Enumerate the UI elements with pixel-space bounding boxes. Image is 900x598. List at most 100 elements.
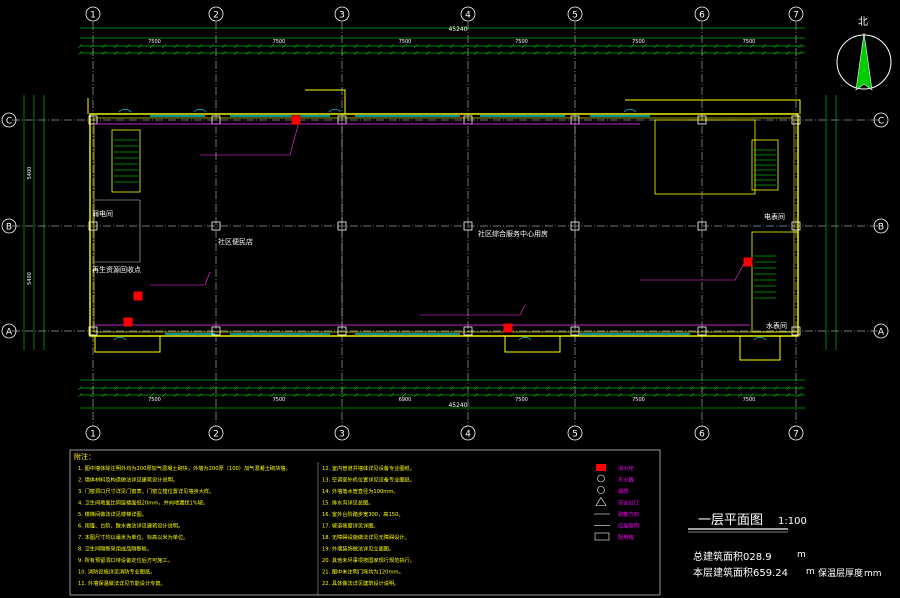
- legend: 消火栓灭火器烟感安全出口疏散方向应急照明配电箱: [594, 464, 639, 541]
- left-dim-text: 5400: [27, 272, 33, 285]
- bottom-dim-text: 7500: [515, 397, 528, 403]
- axis-number: 6: [699, 430, 705, 440]
- axis-letter: A: [6, 328, 13, 338]
- area-total: 总建筑面积028.9: [693, 550, 772, 563]
- total-dim-top: 45240: [448, 26, 467, 33]
- note-line: 12. 室内管道井墙体详见设备专业图纸。: [322, 464, 415, 472]
- door-swing: [623, 108, 637, 113]
- note-line: 8. 卫生间隔断采用成品隔断板。: [78, 545, 152, 553]
- axis-letter: B: [6, 223, 12, 233]
- room-label-service-center: 社区综合服务中心用房: [478, 229, 548, 238]
- note-line: 14. 外墙落水管直径为100mm。: [322, 487, 399, 495]
- leader-line: [200, 117, 301, 156]
- room-label-store: 社区便民店: [218, 237, 253, 246]
- note-line: 11. 外墙保温做法详见节能设计专篇。: [78, 579, 166, 587]
- axis-letter: B: [878, 223, 884, 233]
- notes-header: 附注：: [74, 452, 95, 461]
- axis-number: 6: [699, 11, 705, 21]
- note-line: 13. 空调室外机位置详见设备专业图纸。: [322, 476, 415, 484]
- door-swing: [193, 108, 207, 113]
- note-line: 19. 外墙装饰做法详见立面图。: [322, 545, 394, 553]
- fire-hydrant-mark: [133, 291, 143, 301]
- notes-right-column: 12. 室内管道井墙体详见设备专业图纸。 13. 空调室外机位置详见设备专业图纸。…: [322, 464, 415, 587]
- fire-hydrant-mark: [743, 257, 753, 267]
- total-dim-bottom: 45240: [448, 402, 467, 409]
- legend-label: 灭火器: [618, 477, 634, 484]
- axis-number: 2: [213, 11, 219, 21]
- north-arrow: 北: [836, 16, 892, 91]
- notes-left-column: 1. 图中墙体除注明外均为200厚加气混凝土砌块，外墙为200厚（100）加气混…: [78, 462, 319, 595]
- note-line: 6. 雨篷、台阶、散水做法详见建筑设计说明。: [78, 522, 183, 530]
- room-label-meter: 水表间: [766, 321, 787, 330]
- fire-hydrant-mark: [123, 317, 133, 327]
- legend-symbol-exit: [595, 496, 607, 506]
- leader-line: [640, 261, 746, 281]
- legend-label: 应急照明: [618, 522, 639, 530]
- axis-number: 3: [339, 430, 345, 440]
- insulation-label: 保温层厚度: [818, 567, 863, 579]
- room-label-recycle: 再生资源回收点: [92, 265, 141, 274]
- axis-number: 1: [90, 11, 96, 21]
- title-block: 一层平面图 1:100 总建筑面积028.9 m 本层建筑面积659.24 m …: [688, 513, 882, 579]
- note-line: 4. 卫生间地面比同层楼面低20mm，并向地漏找1%坡。: [78, 499, 208, 507]
- leader-line: [420, 304, 526, 316]
- axis-bubbles: 1 1 2 2 3 3 4 4 5 5 6 6 7 7 A A B B C C: [1, 6, 889, 441]
- area-floor-unit: m: [806, 567, 815, 577]
- note-line: 21. 图中未注明门垛均为120mm。: [322, 568, 404, 576]
- legend-label: 疏散方向: [618, 510, 639, 518]
- door-swing: [328, 108, 342, 113]
- top-dim-text: 7500: [273, 39, 286, 45]
- note-line: 9. 所有预留洞口待设备定位后方可施工。: [78, 556, 173, 564]
- notes-panel: 附注： 1. 图中墙体除注明外均为200厚加气混凝土砌块，外墙为200厚（100…: [69, 449, 661, 596]
- top-dim-text: 7500: [515, 39, 528, 45]
- legend-label: 消火栓: [618, 464, 634, 472]
- insulation-unit: mm: [864, 569, 882, 579]
- bottom-dim-text: 7500: [148, 397, 161, 403]
- door-swing: [518, 336, 532, 341]
- drawing-scale: 1:100: [778, 516, 807, 527]
- drawing-title: 一层平面图: [698, 513, 763, 528]
- door-swing: [113, 336, 127, 341]
- note-line: 10. 消防设施详见消防专业图纸。: [78, 568, 155, 576]
- axis-number: 4: [465, 11, 471, 21]
- fire-hydrant-mark: [291, 115, 301, 125]
- note-line: 17. 坡道坡度详见详图。: [322, 522, 379, 530]
- door-swing: [753, 336, 767, 341]
- room-label-well: 弱电间: [92, 209, 113, 218]
- wall-segment: [739, 336, 781, 361]
- legend-label: 安全出口: [618, 499, 639, 507]
- bottom-dim-text: 7500: [632, 397, 645, 403]
- axis-number: 5: [572, 11, 578, 21]
- top-dim-text: 7500: [743, 39, 756, 45]
- floor-plan-drawing: 7500 7500 7500 7500 7500 7500 7500 7500 6900 7500…: [1, 6, 892, 596]
- axis-number: 7: [793, 430, 799, 440]
- room-label-electric: 电表间: [764, 212, 785, 221]
- axis-letter: C: [878, 117, 884, 127]
- area-total-unit: m: [797, 550, 806, 560]
- legend-label: 配电箱: [618, 533, 634, 541]
- top-dim-text: 7500: [148, 39, 161, 45]
- axis-number: 2: [213, 430, 219, 440]
- axis-number: 4: [465, 430, 471, 440]
- axis-number: 7: [793, 11, 799, 21]
- axis-number: 3: [339, 11, 345, 21]
- details: [94, 108, 776, 341]
- legend-symbol-circle: [597, 486, 605, 494]
- note-line: 7. 本图尺寸均以毫米为单位，标高以米为单位。: [78, 533, 188, 541]
- note-line: 3. 门窗洞口尺寸详见门窗表，门窗立樘位置详见墙身大样。: [78, 487, 214, 495]
- door-swing: [118, 108, 132, 113]
- area-floor: 本层建筑面积659.24: [693, 566, 788, 579]
- legend-symbol-hydrant: [596, 464, 606, 471]
- wall-segment: [625, 99, 801, 114]
- electric-room: [751, 231, 799, 333]
- north-label: 北: [858, 16, 868, 28]
- bottom-dim-text: 7500: [743, 397, 756, 403]
- legend-symbol-panel: [594, 532, 610, 541]
- top-dim-text: 7500: [632, 39, 645, 45]
- wall-segment: [504, 336, 561, 353]
- axis-letter: C: [6, 117, 12, 127]
- note-line: 15. 排水沟详见总图。: [322, 499, 373, 507]
- axis-number: 5: [572, 430, 578, 440]
- note-line: 1. 图中墙体除注明外均为200厚加气混凝土砌块，外墙为200厚（100）加气混…: [78, 464, 291, 472]
- wall-segment: [94, 336, 161, 353]
